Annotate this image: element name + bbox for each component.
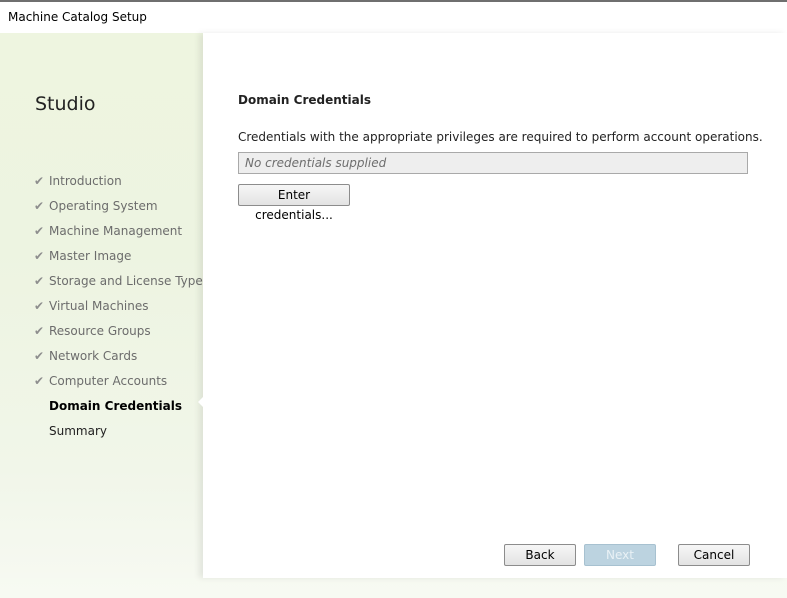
back-button[interactable]: Back	[504, 544, 576, 566]
current-step-pointer	[198, 396, 204, 408]
title-bar: Machine Catalog Setup	[0, 2, 787, 33]
step-resource-groups: ✔ Resource Groups	[34, 318, 209, 343]
cancel-button[interactable]: Cancel	[678, 544, 750, 566]
checkmark-icon: ✔	[34, 323, 45, 338]
step-label: Summary	[49, 423, 107, 438]
step-label: Storage and License Types	[49, 273, 210, 288]
machine-catalog-setup-window: Machine Catalog Setup Studio ✔ Introduct…	[0, 0, 787, 598]
step-label: Domain Credentials	[49, 398, 182, 413]
step-label: Virtual Machines	[49, 298, 149, 313]
credentials-field: No credentials supplied	[238, 152, 748, 174]
checkmark-icon: ✔	[34, 223, 45, 238]
page-description: Credentials with the appropriate privile…	[238, 130, 763, 144]
step-operating-system: ✔ Operating System	[34, 193, 209, 218]
step-introduction: ✔ Introduction	[34, 168, 209, 193]
step-computer-accounts: ✔ Computer Accounts	[34, 368, 209, 393]
main-panel: Domain Credentials Credentials with the …	[203, 33, 787, 578]
wizard-steps-list: ✔ Introduction ✔ Operating System ✔ Mach…	[34, 168, 209, 443]
enter-credentials-button[interactable]: Enter credentials...	[238, 184, 350, 222]
checkmark-icon: ✔	[34, 298, 45, 313]
step-virtual-machines: ✔ Virtual Machines	[34, 293, 209, 318]
page-title: Domain Credentials	[238, 93, 371, 107]
next-button[interactable]: Next	[584, 544, 656, 566]
step-label: Introduction	[49, 173, 122, 188]
checkmark-icon: ✔	[34, 198, 45, 213]
step-machine-management: ✔ Machine Management	[34, 218, 209, 243]
step-master-image: ✔ Master Image	[34, 243, 209, 268]
checkmark-icon: ✔	[34, 348, 45, 363]
studio-brand: Studio	[35, 93, 96, 115]
step-label: Computer Accounts	[49, 373, 168, 388]
step-domain-credentials: Domain Credentials	[34, 393, 209, 418]
step-label: Master Image	[49, 248, 132, 263]
step-network-cards: ✔ Network Cards	[34, 343, 209, 368]
window-title: Machine Catalog Setup	[8, 10, 147, 24]
checkmark-icon: ✔	[34, 248, 45, 263]
step-label: Resource Groups	[49, 323, 151, 338]
checkmark-icon: ✔	[34, 173, 45, 188]
step-label: Network Cards	[49, 348, 138, 363]
checkmark-icon: ✔	[34, 373, 45, 388]
step-label: Operating System	[49, 198, 158, 213]
step-summary: Summary	[34, 418, 209, 443]
checkmark-icon: ✔	[34, 273, 45, 288]
step-storage-and-license-types: ✔ Storage and License Types	[34, 268, 209, 293]
step-label: Machine Management	[49, 223, 183, 238]
